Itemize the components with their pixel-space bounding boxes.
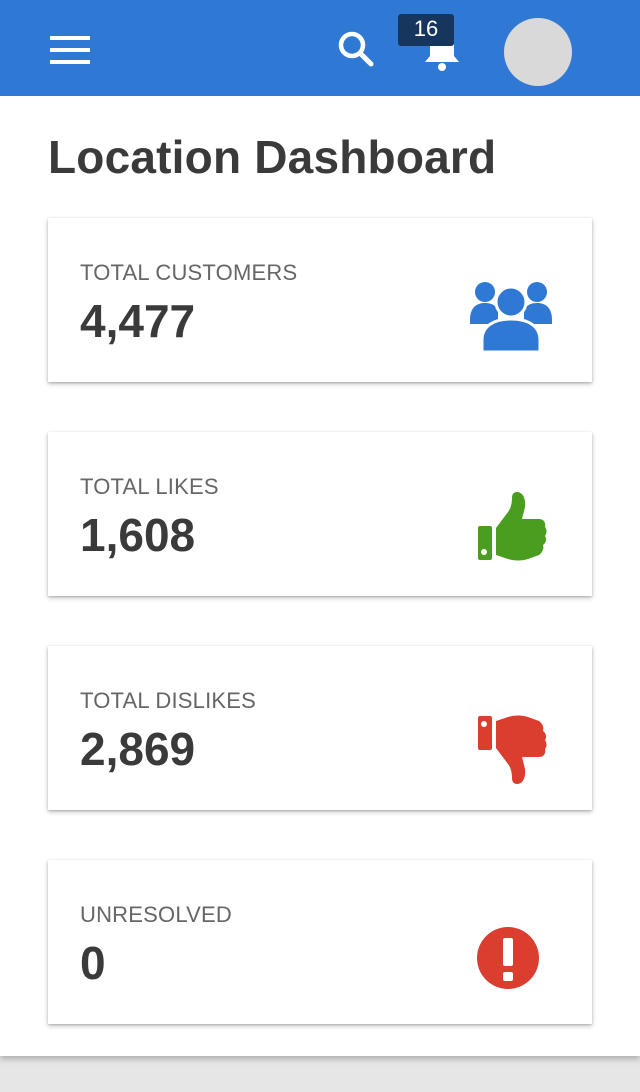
menu-button[interactable] — [50, 36, 90, 64]
thumbs-up-icon — [478, 492, 547, 561]
stat-value: 1,608 — [80, 509, 196, 561]
stat-label: TOTAL DISLIKES — [80, 688, 257, 713]
stat-card-total-dislikes: TOTAL DISLIKES 2,869 — [48, 646, 592, 810]
notification-count-badge: 16 — [398, 14, 454, 46]
search-icon — [338, 31, 374, 67]
stat-label: UNRESOLVED — [80, 902, 232, 927]
top-app-bar: 16 — [0, 0, 640, 96]
stat-value: 2,869 — [80, 723, 196, 775]
page-title: Location Dashboard — [48, 131, 497, 183]
stat-card-unresolved: UNRESOLVED 0 — [48, 860, 592, 1024]
avatar[interactable] — [504, 18, 572, 86]
stat-card-total-customers: TOTAL CUSTOMERS 4,477 — [48, 218, 592, 382]
exclamation-circle-icon — [477, 927, 539, 989]
search-button[interactable] — [334, 28, 378, 72]
stat-card-total-likes: TOTAL LIKES 1,608 — [48, 432, 592, 596]
stat-value: 0 — [80, 937, 106, 989]
stat-label: TOTAL CUSTOMERS — [80, 260, 298, 285]
stat-value: 4,477 — [80, 295, 196, 347]
page-background: 16 Location Dashboard TOTAL CUSTOMERS 4,… — [0, 0, 640, 1056]
stat-label: TOTAL LIKES — [80, 474, 219, 499]
thumbs-down-icon — [478, 715, 547, 784]
users-icon — [470, 282, 552, 354]
